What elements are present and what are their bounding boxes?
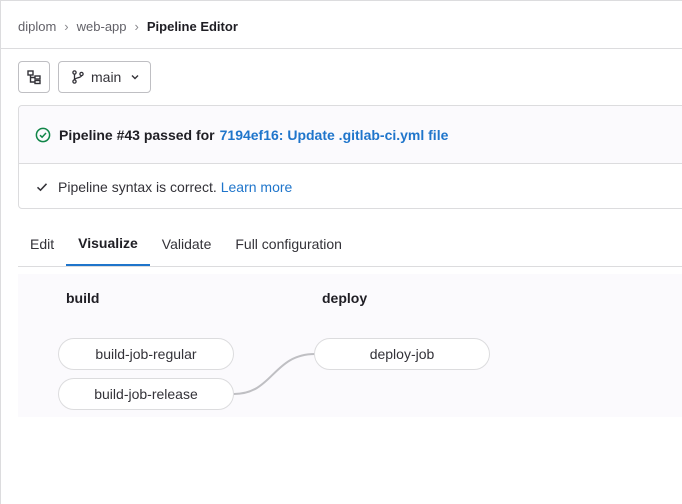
check-icon (36, 183, 48, 192)
branch-name: main (91, 69, 122, 85)
left-border (0, 0, 1, 504)
chevron-right-icon: › (64, 18, 69, 34)
tab-edit[interactable]: Edit (18, 222, 66, 265)
job-build-job-release[interactable]: build-job-release (58, 378, 234, 410)
pipeline-graph: build deploy build-job-regular build-job… (18, 274, 682, 417)
top-border (0, 0, 682, 1)
git-branch-icon (72, 70, 84, 84)
breadcrumb: diplom › web-app › Pipeline Editor (18, 17, 238, 35)
breadcrumb-web-app[interactable]: web-app (77, 19, 127, 34)
stage-title-build: build (66, 290, 100, 306)
pipeline-status-text: Pipeline #43 passed for (59, 126, 215, 143)
breadcrumb-current[interactable]: Pipeline Editor (147, 19, 238, 34)
chevron-down-icon (131, 75, 139, 80)
editor-tabs: Edit Visualize Validate Full configurati… (18, 222, 682, 267)
learn-more-link[interactable]: Learn more (221, 179, 293, 195)
file-tree-icon (27, 70, 41, 85)
tab-full-configuration[interactable]: Full configuration (223, 222, 354, 265)
pipeline-status-row: Pipeline #43 passed for 7194ef16: Update… (19, 106, 682, 163)
tab-visualize[interactable]: Visualize (66, 222, 150, 266)
job-build-job-regular[interactable]: build-job-regular (58, 338, 234, 370)
chevron-right-icon: › (134, 18, 139, 34)
stage-title-deploy: deploy (322, 290, 368, 306)
job-deploy-job[interactable]: deploy-job (314, 338, 490, 370)
validation-message: Pipeline syntax is correct. (58, 179, 217, 195)
branch-switcher-button[interactable]: main (58, 61, 151, 93)
breadcrumb-divider (0, 48, 682, 49)
pipeline-status-card: Pipeline #43 passed for 7194ef16: Update… (18, 105, 682, 209)
commit-link[interactable]: 7194ef16: Update .gitlab-ci.yml file (220, 127, 449, 143)
file-tree-toggle-button[interactable] (18, 61, 50, 93)
status-success-icon[interactable] (35, 127, 51, 143)
validation-row: Pipeline syntax is correct. Learn more (19, 164, 682, 210)
tab-validate[interactable]: Validate (150, 222, 224, 265)
breadcrumb-diplom[interactable]: diplom (18, 19, 56, 34)
